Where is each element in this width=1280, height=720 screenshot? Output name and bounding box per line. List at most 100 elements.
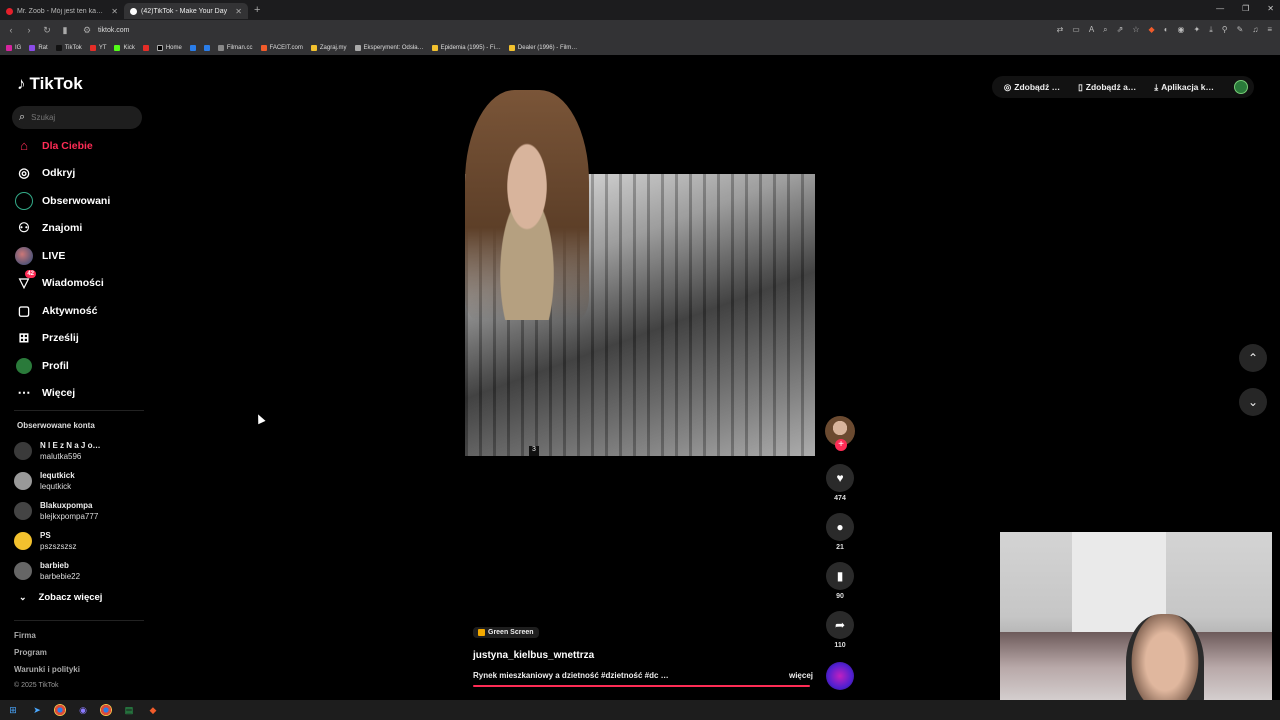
site-info-icon[interactable]: ⚙ — [82, 25, 92, 36]
nav-item-activity[interactable]: ▢ Aktywność — [14, 297, 144, 325]
video-author[interactable]: justyna_kielbus_wnettrza — [473, 650, 813, 661]
bookmark-item[interactable]: TikTok — [55, 44, 82, 51]
search-box[interactable]: ⌕ — [12, 106, 142, 129]
share-button[interactable]: ➦ — [826, 611, 854, 639]
bookmark-item[interactable]: IG — [6, 44, 21, 51]
windows-start-icon[interactable]: ⊞ — [6, 703, 20, 717]
nav-item-messages[interactable]: ▽ 42 Wiadomości — [14, 270, 144, 298]
account-handle: malutka596 — [40, 452, 82, 461]
like-button[interactable]: ♥ — [826, 464, 854, 492]
share-icon: ➦ — [834, 618, 846, 632]
bookmark-item[interactable]: Rat — [29, 44, 48, 51]
effect-chip[interactable]: Green Screen — [473, 627, 539, 638]
bookmark-item[interactable]: Epidemia (1995) - Fi… — [431, 44, 501, 51]
menu-icon[interactable]: ≡ — [1267, 25, 1272, 35]
arrow-app-icon[interactable]: ➤ — [30, 703, 44, 717]
music-icon[interactable]: ♫ — [1252, 25, 1258, 35]
account-handle: barbebie22 — [40, 572, 81, 581]
previous-video-button[interactable]: ⌃ — [1239, 344, 1267, 372]
back-icon[interactable]: ‹ — [6, 25, 16, 35]
follow-plus-icon[interactable]: + — [835, 439, 847, 451]
url-field[interactable]: tiktok.com — [98, 27, 130, 34]
creator-avatar[interactable]: + — [825, 416, 855, 451]
puzzle-icon[interactable]: ✦ — [1194, 25, 1201, 35]
close-window-icon[interactable]: ✕ — [1267, 4, 1274, 13]
brave-shield-icon[interactable]: ◆ — [1149, 25, 1155, 35]
video-caption: Green Screen justyna_kielbus_wnettrza Ry… — [473, 623, 813, 680]
chrome-icon[interactable] — [100, 704, 112, 716]
close-tab-icon[interactable]: ✕ — [111, 7, 118, 16]
more-link[interactable]: więcej — [789, 671, 813, 680]
nav-item-for-you[interactable]: ⌂ Dla Ciebie — [14, 132, 144, 160]
forward-icon[interactable]: › — [24, 25, 34, 35]
footer-link[interactable]: Program — [14, 648, 80, 665]
bookmark-item[interactable]: Eksperyment: Odsła… — [354, 44, 424, 51]
edit-icon[interactable]: ✎ — [1237, 25, 1244, 35]
bookmark-item[interactable] — [142, 44, 149, 51]
nav-item-friends[interactable]: ⚇ Znajomi — [14, 215, 144, 243]
nav-item-live[interactable]: LIVE — [14, 242, 144, 270]
minimize-icon[interactable]: — — [1216, 4, 1224, 13]
cast-icon[interactable]: ▭ — [1072, 25, 1080, 35]
bookmark-item[interactable] — [189, 44, 196, 51]
followed-account[interactable]: lequtkick lequtkick — [14, 466, 144, 496]
tab-label: (42)TikTok - Make Your Day — [141, 7, 228, 15]
followed-account[interactable]: barbieb barbebie22 — [14, 556, 144, 586]
footer-links: Firma Program Warunki i polityki © 2025 … — [14, 631, 80, 694]
footer-link[interactable]: Firma — [14, 631, 80, 648]
save-button[interactable]: ▮ — [826, 562, 854, 590]
frame-number: 3 — [529, 446, 539, 456]
activity-icon: ▢ — [17, 302, 31, 318]
description-text: Rynek mieszkaniowy a dzietność #dzietnoś… — [473, 671, 669, 680]
music-disc-icon[interactable] — [826, 662, 854, 690]
extension-icon[interactable]: ◉ — [1178, 25, 1185, 35]
nav-item-following[interactable]: Obserwowani — [14, 187, 144, 215]
discord-icon[interactable]: ◉ — [76, 703, 90, 717]
spreadsheet-icon[interactable]: ▤ — [122, 703, 136, 717]
next-video-button[interactable]: ⌄ — [1239, 388, 1267, 416]
followed-account[interactable]: PS pszszszsz — [14, 526, 144, 556]
bookmark-item[interactable]: Kick — [114, 44, 135, 51]
bookmark-icon[interactable]: ▮ — [60, 25, 70, 36]
user-avatar[interactable] — [1234, 80, 1248, 94]
video-progress-bar[interactable] — [473, 685, 810, 687]
bookmark-item[interactable]: FACEIT.com — [260, 44, 303, 51]
restore-icon[interactable]: ❐ — [1242, 4, 1249, 13]
zoom-icon[interactable]: ⌕ — [1103, 25, 1107, 35]
search-input[interactable] — [31, 113, 128, 122]
brave-icon[interactable]: ◆ — [146, 703, 160, 717]
get-coins-button[interactable]: ◎ Zdobądź … — [998, 82, 1066, 93]
chrome-icon[interactable] — [54, 704, 66, 716]
bookmark-item[interactable]: Home — [156, 44, 182, 51]
comment-button[interactable]: ● — [826, 513, 854, 541]
star-icon[interactable]: ☆ — [1132, 25, 1139, 35]
browser-tab-active[interactable]: (42)TikTok - Make Your Day ✕ — [124, 3, 248, 19]
share-page-icon[interactable]: ⇗ — [1117, 25, 1124, 35]
browser-tab[interactable]: Mr. Zoob - Mój jest ten kawałek podł… ✕ — [0, 3, 124, 19]
share-icon[interactable]: ⇄ — [1057, 25, 1064, 35]
get-app-button[interactable]: ▯ Zdobądź a… — [1072, 82, 1142, 93]
reload-icon[interactable]: ↻ — [42, 25, 52, 36]
link-icon[interactable]: ⚲ — [1222, 25, 1228, 35]
bookmark-item[interactable] — [203, 44, 210, 51]
translate-icon[interactable]: A — [1089, 25, 1094, 35]
bookmark-item[interactable]: Filman.cc — [217, 44, 253, 51]
followed-account[interactable]: N I E z N a J o… malutka596 — [14, 436, 144, 466]
tiktok-logo[interactable]: ♪ TikTok — [17, 74, 83, 94]
footer-link[interactable]: Warunki i polityki — [14, 665, 80, 682]
close-tab-icon[interactable]: ✕ — [235, 7, 242, 16]
bookmark-item[interactable]: Zagraj.my — [310, 44, 347, 51]
bookmark-item[interactable]: YT — [89, 44, 106, 51]
bookmark-item[interactable]: Dealer (1996) - Film… — [508, 44, 577, 51]
download-icon[interactable]: ⤓ — [1209, 25, 1213, 35]
nav-item-profile[interactable]: Profil — [14, 352, 144, 380]
nav-item-explore[interactable]: ◎ Odkryj — [14, 160, 144, 188]
nav-item-upload[interactable]: ⊞ Prześlij — [14, 325, 144, 353]
desktop-app-button[interactable]: ⤓ Aplikacja k… — [1148, 82, 1220, 93]
wallet-icon[interactable]: ◐ — [1164, 25, 1169, 35]
see-more-button[interactable]: ⌄ Zobacz więcej — [19, 592, 102, 603]
followed-account[interactable]: Blakuxpompa blejkxpompa777 — [14, 496, 144, 526]
new-tab-icon[interactable]: + — [254, 4, 260, 16]
nav-item-more[interactable]: ⋯ Więcej — [14, 380, 144, 408]
nav-label: Dla Ciebie — [42, 139, 93, 152]
